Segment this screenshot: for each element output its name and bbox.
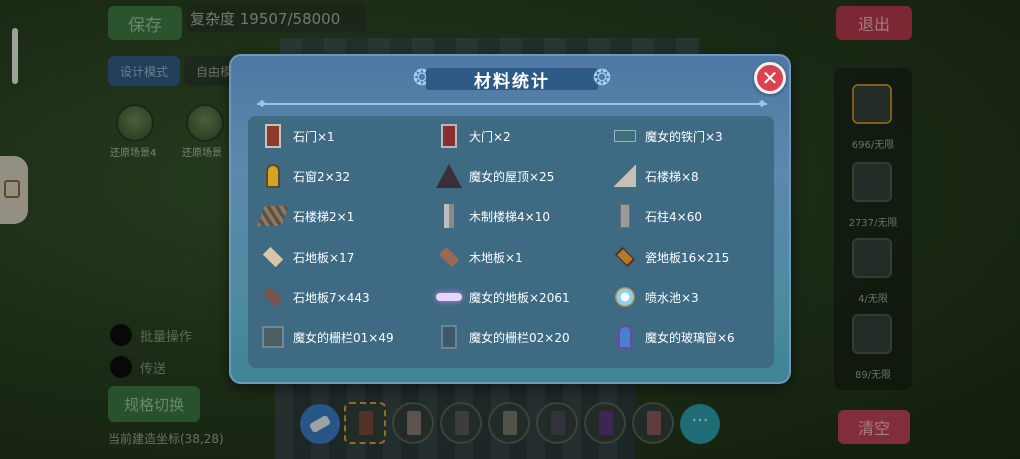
list-item: 魔女的铁门×3 [612,122,723,150]
list-item: 魔女的玻璃窗×6 [612,323,735,351]
stone-door-icon [260,123,286,149]
list-item: 石楼梯×8 [612,162,699,190]
list-item: 石门×1 [260,122,335,150]
material-list: 石门×1 大门×2 魔女的铁门×3 石窗2×32 魔女的屋顶×25 石楼梯×8 … [248,116,774,368]
stone-window-icon [260,163,286,189]
list-item: 喷水池×3 [612,283,699,311]
tile-floor-icon [612,244,638,270]
divider-ornament-right-icon: ◆ [758,98,766,109]
big-door-icon [436,123,462,149]
list-item: 大门×2 [436,122,511,150]
close-icon: ✕ [761,66,779,90]
dialog-title: 材料统计 [474,71,550,92]
witch-iron-door-icon [612,123,638,149]
list-item: 魔女的屋顶×25 [436,162,554,190]
witch-roof-icon [436,163,462,189]
witch-glass-window-icon [612,324,638,350]
list-item: 魔女的栅栏01×49 [260,323,394,351]
fountain-icon [612,284,638,310]
list-item: 石地板×17 [260,243,354,271]
list-item: 石窗2×32 [260,162,350,190]
witch-fence01-icon [260,324,286,350]
title-swirl-right-icon: ❂ [592,66,612,91]
list-item: 石地板7×443 [260,283,370,311]
stone-stairs2-icon [257,203,289,229]
list-item: 石楼梯2×1 [257,202,354,230]
wood-stairs-icon [436,203,462,229]
list-item: 魔女的栅栏02×20 [436,323,570,351]
title-divider [257,103,767,105]
witch-fence02-icon [436,324,462,350]
material-stats-dialog: ❂ 材料统计 ❂ ✕ ◆ ◆ 石门×1 大门×2 魔女的铁门×3 石窗2×32 … [229,54,791,384]
title-banner: 材料统计 [426,68,598,92]
list-item: 瓷地板16×215 [612,243,729,271]
wood-floor-icon [436,244,462,270]
list-item: 木地板×1 [436,243,523,271]
stone-stairs-icon [612,163,638,189]
list-item: 魔女的地板×2061 [436,283,570,311]
close-button[interactable]: ✕ [754,62,786,94]
list-item: 石柱4×60 [612,202,702,230]
stone-floor7-icon [260,284,286,310]
witch-floor-icon [436,284,462,310]
list-item: 木制楼梯4×10 [436,202,550,230]
stone-floor-icon [260,244,286,270]
stone-pillar-icon [612,203,638,229]
